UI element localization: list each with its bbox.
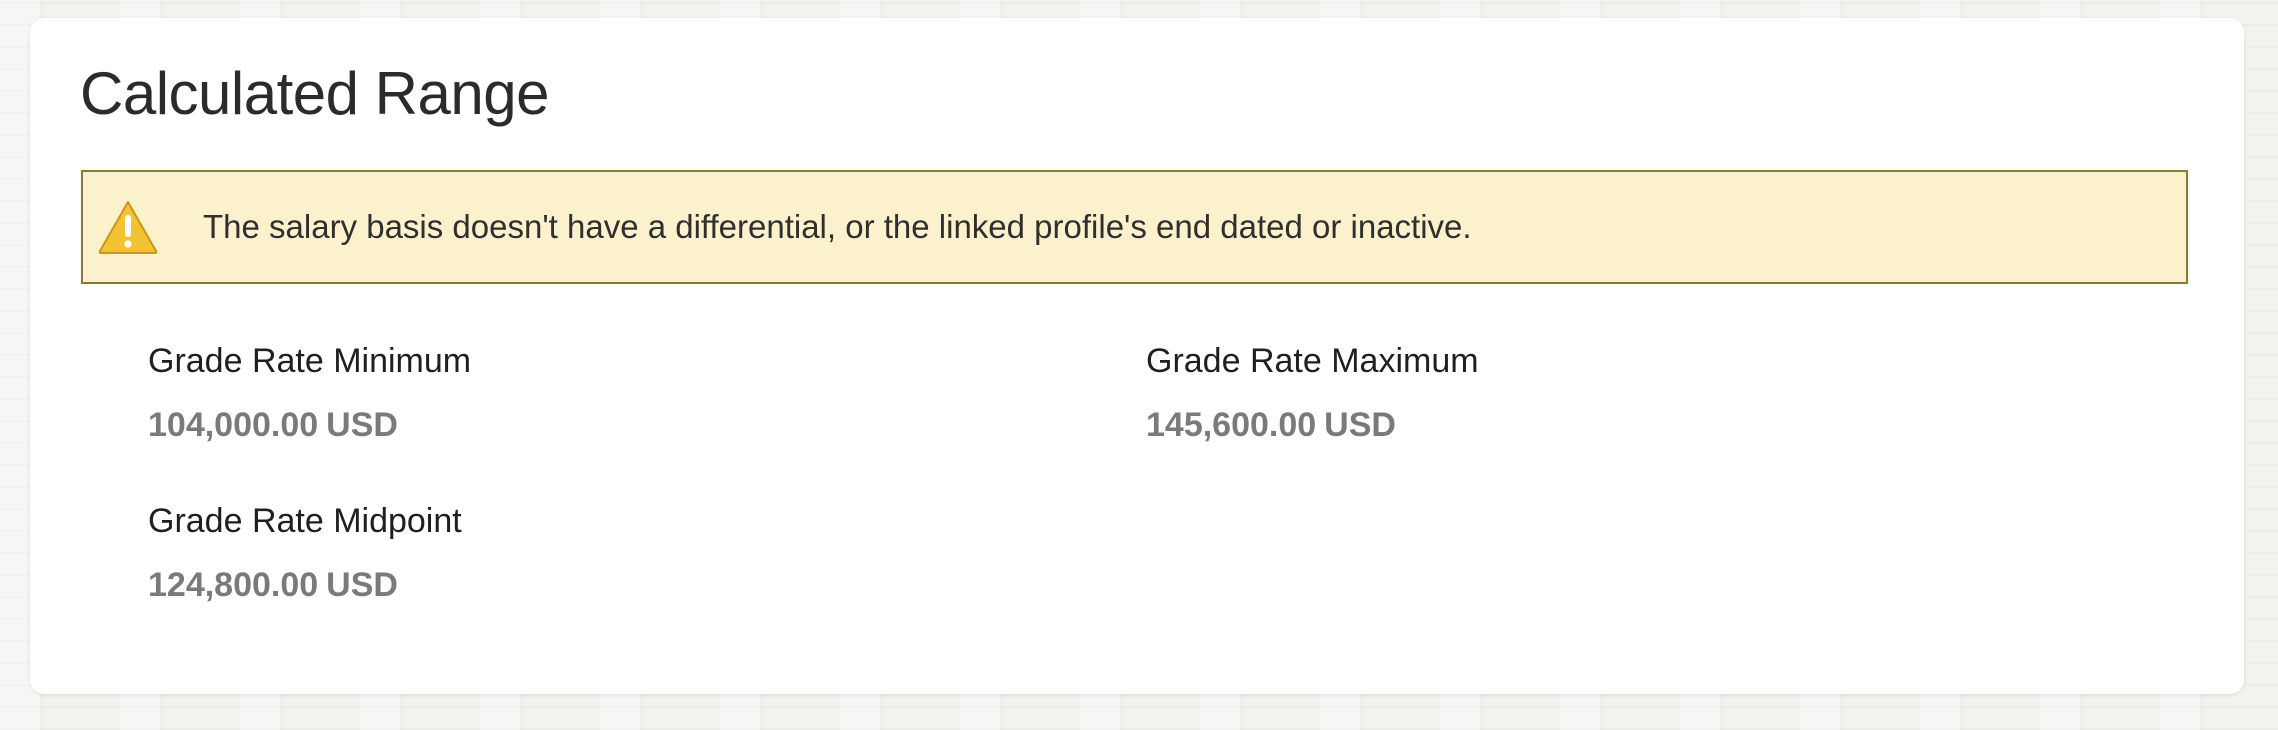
grade-rate-minimum-value: 104,000.00 USD [148,408,471,442]
warning-banner: The salary basis doesn't have a differen… [81,170,2188,284]
grade-rate-midpoint-currency: USD [326,566,398,604]
grade-rate-minimum-amount: 104,000.00 [148,406,319,444]
calculated-range-card: Calculated Range The salary basis doesn'… [30,18,2244,694]
grade-rate-midpoint-value: 124,800.00 USD [148,568,462,602]
grade-rate-minimum-label: Grade Rate Minimum [148,342,472,380]
grade-rate-midpoint-field: Grade Rate Midpoint 124,800.00 USD [148,504,462,602]
grade-rate-maximum-value: 145,600.00 USD [1146,408,1479,442]
warning-message: The salary basis doesn't have a differen… [203,208,1472,245]
grade-rate-minimum-currency: USD [326,406,398,444]
grade-rate-maximum-currency: USD [1324,406,1396,444]
warning-icon [98,201,158,254]
grade-rate-maximum-label: Grade Rate Maximum [1146,342,1479,380]
grade-rate-midpoint-label: Grade Rate Midpoint [148,502,462,540]
grade-rate-maximum-amount: 145,600.00 [1146,406,1317,444]
section-title: Calculated Range [80,60,549,127]
grade-rate-midpoint-amount: 124,800.00 [148,566,319,604]
grade-rate-minimum-field: Grade Rate Minimum 104,000.00 USD [148,344,471,442]
grade-rate-maximum-field: Grade Rate Maximum 145,600.00 USD [1146,344,1479,442]
